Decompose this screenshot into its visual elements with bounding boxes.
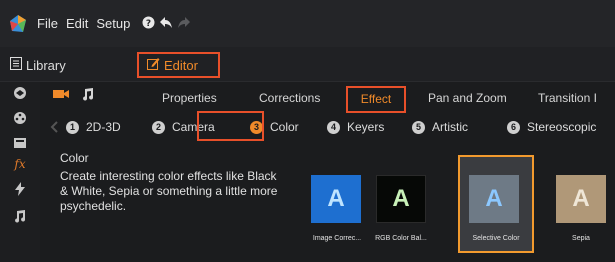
properties-tab-row: Properties Corrections Effect Pan and Zo… — [40, 84, 615, 113]
category-number-badge: 1 — [66, 120, 79, 134]
library-icon — [10, 57, 22, 73]
tab-effect[interactable]: Effect — [346, 86, 406, 113]
tab-properties[interactable]: Properties — [162, 91, 217, 105]
edit-icon — [147, 57, 160, 73]
category-label: Color — [270, 120, 299, 134]
undo-icon[interactable] — [159, 16, 173, 32]
effect-thumbnail-sepia[interactable]: A — [556, 175, 606, 223]
menu-file[interactable]: File — [37, 16, 58, 31]
category-number-badge: 5 — [412, 120, 425, 134]
color-tab-highlight — [197, 111, 264, 141]
scroll-left-icon[interactable] — [50, 121, 58, 133]
tab-editor[interactable]: Editor — [137, 52, 220, 78]
tab-library-label: Library — [26, 57, 66, 73]
tab-pan-and-zoom[interactable]: Pan and Zoom — [428, 91, 507, 105]
lightning-icon[interactable] — [0, 182, 40, 199]
film-reel-icon[interactable] — [0, 111, 40, 128]
category-artistic[interactable]: 5 Artistic — [412, 120, 468, 134]
effect-category-row: 1 2D-3D 2 Camera 3 Color 4 Keyers 5 Arti… — [40, 113, 615, 143]
category-label: Keyers — [347, 120, 385, 134]
category-label: Stereoscopic — [527, 120, 597, 134]
help-icon[interactable]: ? — [142, 16, 155, 32]
effect-thumbnail-selective-color[interactable]: A — [469, 175, 519, 223]
category-number-badge: 2 — [152, 120, 165, 134]
app-logo — [7, 13, 29, 35]
category-number-badge: 6 — [507, 120, 520, 134]
menu-edit[interactable]: Edit — [66, 16, 88, 31]
tab-editor-label: Editor — [164, 57, 198, 73]
category-label: Artistic — [432, 120, 468, 134]
category-title: Color — [60, 151, 89, 165]
tab-transition[interactable]: Transition I — [538, 91, 597, 105]
mode-bar: Library Editor — [0, 47, 615, 82]
title-icon[interactable] — [0, 136, 40, 153]
sync-icon[interactable] — [0, 86, 40, 103]
effect-label: Sepia — [572, 235, 590, 242]
category-2d-3d[interactable]: 1 2D-3D — [66, 120, 121, 134]
redo-icon[interactable] — [177, 16, 191, 32]
menubar: File Edit Setup ? — [0, 0, 615, 47]
left-toolbar: fx — [0, 82, 40, 262]
effect-label: Image Correc... — [312, 235, 362, 242]
menu-setup[interactable]: Setup — [96, 16, 130, 31]
effect-label: RGB Color Bal... — [375, 235, 427, 242]
music-note-icon[interactable] — [0, 209, 40, 226]
effect-label: Selective Color — [472, 235, 520, 242]
tab-corrections[interactable]: Corrections — [259, 91, 320, 105]
audio-note-icon[interactable] — [82, 88, 94, 104]
effect-thumbnail-image-correction[interactable]: A — [311, 175, 361, 223]
svg-text:fx: fx — [13, 157, 25, 171]
category-label: 2D-3D — [86, 120, 121, 134]
video-icon[interactable] — [52, 87, 70, 104]
category-keyers[interactable]: 4 Keyers — [327, 120, 384, 134]
category-number-badge: 4 — [327, 120, 340, 134]
svg-text:?: ? — [146, 19, 151, 29]
effect-thumbnail-rgb-color-balance[interactable]: A — [376, 175, 426, 223]
fx-icon[interactable]: fx — [0, 156, 40, 176]
category-stereoscopic[interactable]: 6 Stereoscopic — [507, 120, 596, 134]
category-description: Create interesting color effects like Bl… — [60, 169, 278, 213]
tab-library[interactable]: Library — [10, 54, 66, 76]
